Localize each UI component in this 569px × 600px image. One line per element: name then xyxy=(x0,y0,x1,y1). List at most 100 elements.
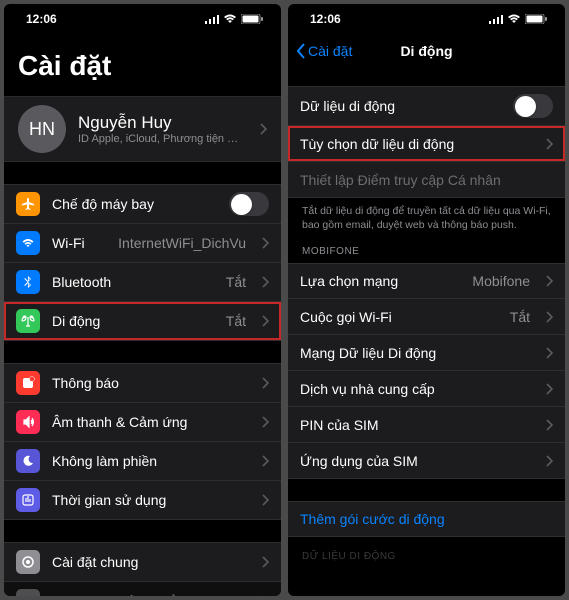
general-label: Cài đặt chung xyxy=(52,554,246,570)
gear-icon xyxy=(16,550,40,574)
airplane-mode-row[interactable]: Chế độ máy bay xyxy=(4,184,281,224)
cellular-value: Tắt xyxy=(226,313,246,329)
nav-bar: Cài đặt Di động xyxy=(288,34,565,68)
chevron-right-icon xyxy=(262,416,269,428)
page-title: Cài đặt xyxy=(4,34,281,92)
add-plan-label: Thêm gói cước di động xyxy=(300,511,553,527)
airplane-label: Chế độ máy bay xyxy=(52,196,217,212)
dnd-label: Không làm phiền xyxy=(52,453,246,469)
screentime-label: Thời gian sử dụng xyxy=(52,492,246,508)
status-indicators xyxy=(489,14,547,24)
sim-apps-row[interactable]: Ứng dụng của SIM xyxy=(288,443,565,479)
settings-screen: 12:06 Cài đặt HN Nguyễn Huy ID Apple, iC… xyxy=(4,4,281,596)
chevron-right-icon xyxy=(546,311,553,323)
bluetooth-icon xyxy=(16,270,40,294)
chevron-right-icon xyxy=(262,494,269,506)
chevron-left-icon xyxy=(296,43,306,59)
nav-title: Di động xyxy=(400,43,452,59)
airplane-icon xyxy=(16,192,40,216)
battery-icon xyxy=(241,14,263,24)
signal-icon xyxy=(489,14,503,24)
notifications-row[interactable]: Thông báo xyxy=(4,363,281,403)
chevron-right-icon xyxy=(546,275,553,287)
profile-name: Nguyễn Huy xyxy=(78,113,244,133)
sim-pin-row[interactable]: PIN của SIM xyxy=(288,407,565,443)
carrier-services-row[interactable]: Dịch vụ nhà cung cấp xyxy=(288,371,565,407)
avatar: HN xyxy=(18,105,66,153)
notifications-label: Thông báo xyxy=(52,375,246,391)
add-plan-row[interactable]: Thêm gói cước di động xyxy=(288,501,565,537)
sim-apps-label: Ứng dụng của SIM xyxy=(300,453,530,469)
sounds-row[interactable]: Âm thanh & Cảm ứng xyxy=(4,403,281,442)
chevron-right-icon xyxy=(546,347,553,359)
airplane-toggle[interactable] xyxy=(229,192,269,216)
cellular-row[interactable]: Di động Tắt xyxy=(4,302,281,341)
chevron-right-icon xyxy=(262,556,269,568)
notifications-icon xyxy=(16,371,40,395)
data-options-row[interactable]: Tùy chọn dữ liệu di động xyxy=(288,126,565,162)
bluetooth-label: Bluetooth xyxy=(52,274,214,290)
screentime-icon xyxy=(16,488,40,512)
sounds-icon xyxy=(16,410,40,434)
alerts-group: Thông báo Âm thanh & Cảm ứng Không làm p… xyxy=(4,363,281,520)
settings-list: HN Nguyễn Huy ID Apple, iCloud, Phương t… xyxy=(4,92,281,596)
network-selection-label: Lựa chọn mạng xyxy=(300,273,460,289)
control-center-row[interactable]: Trung tâm điều khiển xyxy=(4,582,281,596)
chevron-right-icon xyxy=(262,315,269,327)
network-selection-row[interactable]: Lựa chọn mạng Mobifone xyxy=(288,263,565,299)
screentime-row[interactable]: Thời gian sử dụng xyxy=(4,481,281,520)
dnd-icon xyxy=(16,449,40,473)
wifi-calling-row[interactable]: Cuộc gọi Wi-Fi Tắt xyxy=(288,299,565,335)
carrier-header: MOBIFONE xyxy=(288,232,565,263)
dnd-row[interactable]: Không làm phiền xyxy=(4,442,281,481)
data-network-row[interactable]: Mạng Dữ liệu Di động xyxy=(288,335,565,371)
status-time: 12:06 xyxy=(26,12,57,26)
cellular-label: Di động xyxy=(52,313,214,329)
sounds-label: Âm thanh & Cảm ứng xyxy=(52,414,246,430)
data-network-label: Mạng Dữ liệu Di động xyxy=(300,345,530,361)
carrier-services-label: Dịch vụ nhà cung cấp xyxy=(300,381,530,397)
profile-sub: ID Apple, iCloud, Phương tiện & Mục m… xyxy=(78,133,244,145)
general-row[interactable]: Cài đặt chung xyxy=(4,542,281,582)
battery-icon xyxy=(525,14,547,24)
bluetooth-row[interactable]: Bluetooth Tắt xyxy=(4,263,281,302)
wifi-value: InternetWiFi_DichVu xyxy=(118,235,246,251)
profile-text: Nguyễn Huy ID Apple, iCloud, Phương tiện… xyxy=(78,113,244,145)
connectivity-group: Chế độ máy bay Wi-Fi InternetWiFi_DichVu… xyxy=(4,184,281,341)
status-indicators xyxy=(205,14,263,24)
chevron-right-icon xyxy=(260,123,267,135)
cellular-icon xyxy=(16,309,40,333)
wifi-row[interactable]: Wi-Fi InternetWiFi_DichVu xyxy=(4,224,281,263)
bluetooth-value: Tắt xyxy=(226,274,246,290)
back-button[interactable]: Cài đặt xyxy=(296,43,352,59)
sim-pin-label: PIN của SIM xyxy=(300,417,530,433)
cellular-data-row[interactable]: Dữ liệu di động xyxy=(288,86,565,126)
wifi-icon xyxy=(507,14,521,24)
carrier-group: Lựa chọn mạng Mobifone Cuộc gọi Wi-Fi Tắ… xyxy=(288,263,565,479)
status-bar: 12:06 xyxy=(4,4,281,34)
status-time: 12:06 xyxy=(310,12,341,26)
hotspot-row[interactable]: Thiết lập Điểm truy cập Cá nhân xyxy=(288,162,565,198)
status-bar: 12:06 xyxy=(288,4,565,34)
wifi-icon xyxy=(223,14,237,24)
chevron-right-icon xyxy=(262,276,269,288)
chevron-right-icon xyxy=(546,419,553,431)
add-plan-group: Thêm gói cước di động xyxy=(288,501,565,537)
cellular-list: Dữ liệu di động Tùy chọn dữ liệu di động… xyxy=(288,68,565,596)
hotspot-label: Thiết lập Điểm truy cập Cá nhân xyxy=(300,172,553,188)
signal-icon xyxy=(205,14,219,24)
control-center-icon xyxy=(16,589,40,596)
cellular-screen: 12:06 Cài đặt Di động Dữ liệu di động Tù… xyxy=(288,4,565,596)
wifi-settings-icon xyxy=(16,231,40,255)
data-footer-note: Tắt dữ liệu di động để truyền tất cả dữ … xyxy=(288,198,565,232)
chevron-right-icon xyxy=(262,595,269,596)
data-options-label: Tùy chọn dữ liệu di động xyxy=(300,136,530,152)
usage-header: DỮ LIỆU DI ĐỘNG xyxy=(288,537,565,568)
network-selection-value: Mobifone xyxy=(472,273,530,289)
back-label: Cài đặt xyxy=(308,43,352,59)
apple-id-row[interactable]: HN Nguyễn Huy ID Apple, iCloud, Phương t… xyxy=(4,96,281,162)
cellular-data-toggle[interactable] xyxy=(513,94,553,118)
chevron-right-icon xyxy=(546,455,553,467)
chevron-right-icon xyxy=(262,455,269,467)
chevron-right-icon xyxy=(262,377,269,389)
